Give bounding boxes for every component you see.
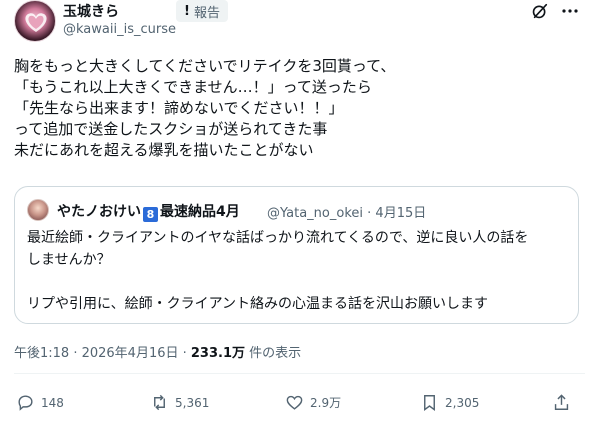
repost-count: 5,361 <box>175 395 210 410</box>
view-count: 233.1万 <box>190 346 246 361</box>
post-line: って追加で送金したスクショが送られてきた事 <box>14 120 328 138</box>
post-line: 未だにあれを超える爆乳を描いたことがない <box>14 141 314 159</box>
quoted-author-handle: @Yata_no_okei <box>267 206 364 221</box>
repost-icon <box>154 394 165 411</box>
share-button[interactable] <box>552 393 571 412</box>
post-line: 胸をもっと大きくしてくださいでリテイクを3回貰って、 <box>14 57 396 75</box>
repost-button[interactable]: 5,361 <box>150 393 209 412</box>
quoted-author-avatar <box>27 199 49 221</box>
post-line: 「もうこれ以上大きくできません…！」って送ったら <box>14 78 372 96</box>
bookmark-button[interactable]: 2,305 <box>420 393 479 412</box>
like-button[interactable]: 2.9万 <box>285 393 341 412</box>
reply-button[interactable]: 148 <box>16 393 64 412</box>
divider <box>14 373 585 374</box>
quoted-author-name: やたノおけい 8 最速納品4月 <box>57 201 240 222</box>
post-timestamp[interactable]: 午後1:18 · 2026年4月16日 · <box>14 346 191 361</box>
reply-count: 148 <box>41 395 64 410</box>
number-badge-icon: 8 <box>143 207 158 222</box>
author-handle[interactable]: @kawaii_is_curse <box>63 22 176 37</box>
bookmark-count: 2,305 <box>445 395 480 410</box>
heart-avatar-image <box>25 13 47 32</box>
quoted-post[interactable]: やたノおけい 8 最速納品4月 @Yata_no_okei · 4月15日 最近絵師… <box>14 186 579 324</box>
view-count-suffix: 件の表示 <box>245 346 302 361</box>
author-name[interactable]: 玉城きら <box>63 1 119 21</box>
author-avatar[interactable] <box>14 0 56 42</box>
post-line: 「先生なら出来ます！諦めないでください！！」 <box>14 99 344 117</box>
report-label: 報告 <box>193 5 220 21</box>
quoted-post-date: · 4月15日 <box>367 206 427 221</box>
quoted-post-text: 最近絵師・クライアントのイヤな話ばっかり流れてくるので、逆に良い人の話を しませ… <box>27 227 572 315</box>
quoted-line: リプや引用に、絵師・クライアント絡みの心温まる話を沢山お願いします <box>27 296 489 312</box>
quoted-line: しませんか？ <box>27 252 111 268</box>
report-badge[interactable]: ! 報告 <box>176 0 228 22</box>
quoted-author-meta: @Yata_no_okei · 4月15日 <box>267 202 426 221</box>
quoted-line <box>27 271 572 293</box>
quoted-name-suffix: 最速納品4月 <box>160 204 240 220</box>
post-text: 胸をもっと大きくしてくださいでリテイクを3回貰って、 「もうこれ以上大きくできま… <box>14 56 584 161</box>
grok-icon[interactable] <box>531 2 549 20</box>
alert-icon: ! <box>184 3 190 19</box>
quoted-name-prefix: やたノおけい <box>57 204 141 220</box>
reply-icon <box>18 395 33 411</box>
like-icon <box>286 395 303 410</box>
post-meta: 午後1:18 · 2026年4月16日 · 233.1万 件の表示 <box>14 342 301 361</box>
more-icon[interactable] <box>561 8 579 14</box>
bookmark-icon <box>424 395 435 412</box>
like-count: 2.9万 <box>310 396 342 410</box>
quoted-line: 最近絵師・クライアントのイヤな話ばっかり流れてくるので、逆に良い人の話を <box>27 230 529 246</box>
share-icon <box>554 394 569 410</box>
